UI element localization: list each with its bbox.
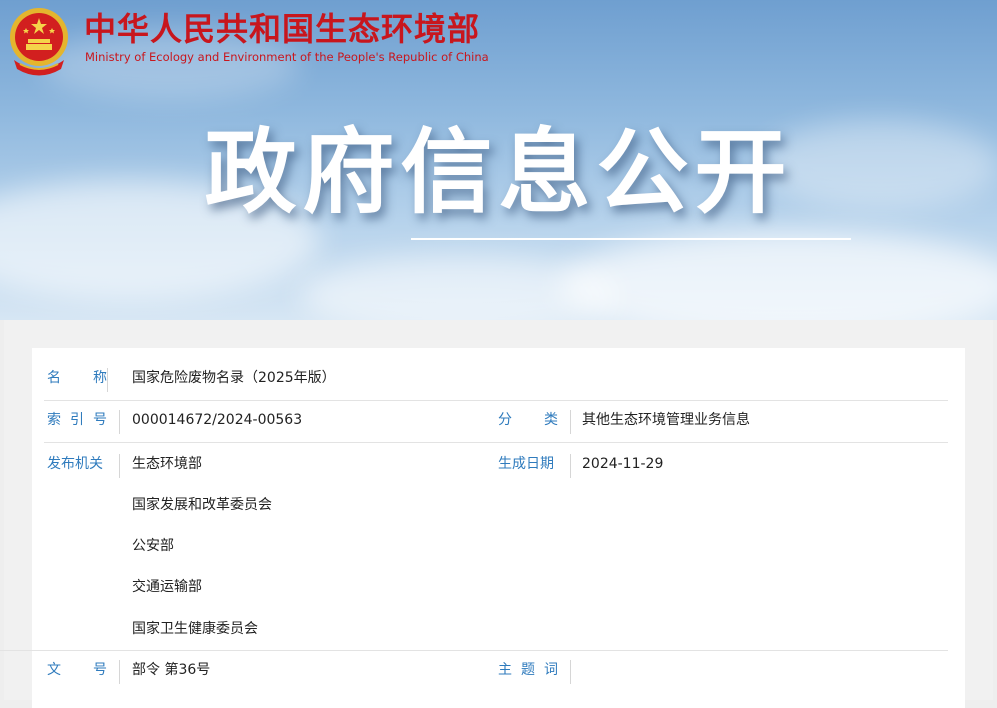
issuer-item: 国家发展和改革委员会 [132,497,272,513]
issuer-item: 国家卫生健康委员会 [132,621,258,637]
date-label: 生成日期 [498,454,571,478]
cloud-decoration [300,255,620,320]
issuer-item: 生态环境部 [132,456,202,472]
issuer-item: 交通运输部 [132,579,202,595]
issuer-item: 公安部 [132,538,174,554]
name-value: 国家危险废物名录（2025年版） [132,370,336,386]
header-banner: 中华人民共和国生态环境部 Ministry of Ecology and Env… [0,0,997,320]
site-name-english[interactable]: Ministry of Ecology and Environment of t… [85,50,489,64]
hero-title: 政府信息公开 [204,119,793,226]
index-value: 000014672/2024-00563 [132,412,303,428]
name-label: 名称 [47,368,108,392]
info-row-name: 名称 国家危险废物名录（2025年版） [44,358,948,401]
category-value: 其他生态环境管理业务信息 [582,412,750,428]
index-label: 索引号 [47,410,120,434]
docno-value: 部令 第36号 [132,662,211,678]
info-row-issuer: 发布机关 生态环境部 国家发展和改革委员会 公安部 交通运输部 国家卫生健康委员… [0,442,948,651]
date-value: 2024-11-29 [582,456,664,472]
issuer-label: 发布机关 [47,454,120,478]
info-row-index: 索引号 000014672/2024-00563 分类 其他生态环境管理业务信息 [44,400,948,443]
subject-label: 主题词 [498,660,571,684]
hero-underline [411,238,851,240]
site-name[interactable]: 中华人民共和国生态环境部 [84,9,480,49]
category-label: 分类 [498,410,571,434]
national-emblem-icon[interactable] [6,6,72,76]
cloud-decoration [560,230,997,320]
docno-label: 文号 [47,660,120,684]
info-row-docno: 文号 部令 第36号 主题词 [44,650,948,692]
